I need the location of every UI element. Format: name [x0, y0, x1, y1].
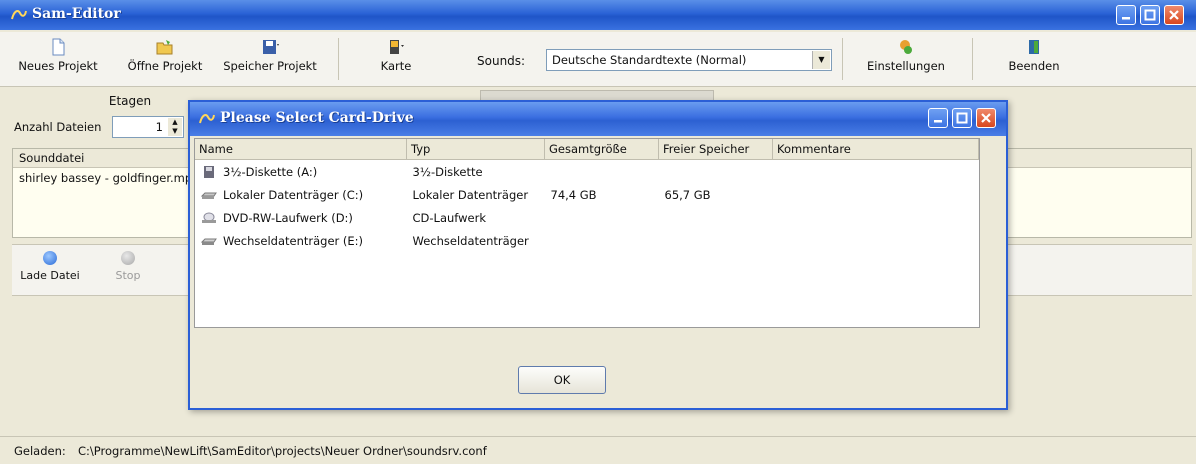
table-row[interactable]: 3½-Diskette (A:) 3½-Diskette: [195, 160, 979, 184]
drive-table: Name Typ Gesamtgröße Freier Speicher Kom…: [195, 139, 979, 252]
dialog-title-bar[interactable]: Please Select Card-Drive: [190, 102, 1006, 136]
maximize-button[interactable]: [1140, 5, 1160, 25]
toolbar-separator: [842, 38, 843, 80]
drive-list[interactable]: Name Typ Gesamtgröße Freier Speicher Kom…: [194, 138, 980, 328]
removable-drive-icon: [201, 238, 217, 245]
toolbar-separator: [972, 38, 973, 80]
open-project-button[interactable]: Öffne Projekt: [118, 34, 212, 82]
settings-icon: [900, 40, 912, 54]
maximize-icon: [956, 112, 968, 124]
card-button[interactable]: Karte: [366, 34, 426, 82]
dialog-scroll-area: [980, 138, 1002, 328]
column-header-free-space[interactable]: Freier Speicher: [658, 139, 773, 160]
sounds-select[interactable]: Deutsche Standardtexte (Normal) ▼: [546, 49, 832, 71]
status-label: Geladen:: [14, 444, 66, 458]
spinner-arrows-icon[interactable]: ▲ ▼: [168, 118, 182, 136]
minimize-icon: [934, 120, 942, 123]
window-title: Sam-Editor: [32, 6, 121, 22]
new-project-button[interactable]: Neues Projekt: [16, 34, 100, 82]
file-count-value: 1: [155, 120, 163, 134]
table-row[interactable]: Lokaler Datenträger (C:) Lokaler Datentr…: [195, 183, 979, 206]
load-icon: [43, 251, 57, 265]
column-header-name[interactable]: Name: [195, 139, 407, 160]
ok-button[interactable]: OK: [518, 366, 606, 394]
close-icon: [981, 113, 991, 123]
title-bar[interactable]: Sam-Editor: [0, 0, 1196, 30]
file-count-label: Anzahl Dateien: [14, 120, 102, 134]
save-project-button[interactable]: Speicher Projekt: [218, 34, 322, 82]
new-file-icon: [52, 38, 65, 56]
toolbar-separator: [338, 38, 339, 80]
hard-disk-icon: [201, 192, 217, 199]
floppy-icon: [204, 166, 214, 178]
close-button[interactable]: [1164, 5, 1184, 25]
exit-door-icon: [1029, 40, 1039, 54]
column-header-comments[interactable]: Kommentare: [772, 139, 979, 160]
app-logo-icon: [199, 114, 215, 124]
dvd-drive-icon: [202, 212, 216, 223]
status-path: C:\Programme\NewLift\SamEditor\projects\…: [78, 444, 487, 458]
close-icon: [1169, 10, 1179, 20]
maximize-icon: [1144, 9, 1156, 21]
sounds-label: Sounds:: [477, 54, 526, 68]
save-disk-icon: [263, 40, 279, 54]
app-logo-icon: [11, 10, 27, 20]
dialog-close-button[interactable]: [976, 108, 996, 128]
dialog-minimize-button[interactable]: [928, 108, 948, 128]
minimize-button[interactable]: [1116, 5, 1136, 25]
table-row[interactable]: DVD-RW-Laufwerk (D:) CD-Laufwerk: [195, 206, 979, 229]
dialog-title: Please Select Card-Drive: [220, 110, 414, 126]
settings-button[interactable]: Einstellungen: [856, 34, 956, 82]
open-folder-icon: [156, 40, 173, 55]
column-header-type[interactable]: Typ: [406, 139, 545, 160]
tab-floors[interactable]: Etagen: [74, 90, 186, 112]
status-bar: Geladen: C:\Programme\NewLift\SamEditor\…: [0, 436, 1196, 464]
sounds-selected-value: Deutsche Standardtexte (Normal): [552, 53, 747, 67]
chevron-down-icon[interactable]: ▼: [812, 51, 830, 69]
dialog-maximize-button[interactable]: [952, 108, 972, 128]
file-count-spinner[interactable]: 1 ▲ ▼: [112, 116, 184, 138]
table-row[interactable]: Wechseldatenträger (E:) Wechseldatenträg…: [195, 229, 979, 252]
main-window: Sam-Editor Neues Projekt Öffne Projekt S…: [0, 0, 1196, 464]
toolbar: Neues Projekt Öffne Projekt Speicher Pro…: [0, 32, 1196, 87]
select-card-drive-dialog: Please Select Card-Drive Name Typ Gesamt…: [188, 100, 1008, 410]
stop-button[interactable]: Stop: [108, 251, 148, 282]
memory-card-icon: [390, 40, 404, 54]
quit-button[interactable]: Beenden: [994, 34, 1074, 82]
stop-icon: [121, 251, 135, 265]
minimize-icon: [1122, 17, 1130, 20]
column-header-total-size[interactable]: Gesamtgröße: [544, 139, 659, 160]
load-file-button[interactable]: Lade Datei: [20, 251, 80, 282]
